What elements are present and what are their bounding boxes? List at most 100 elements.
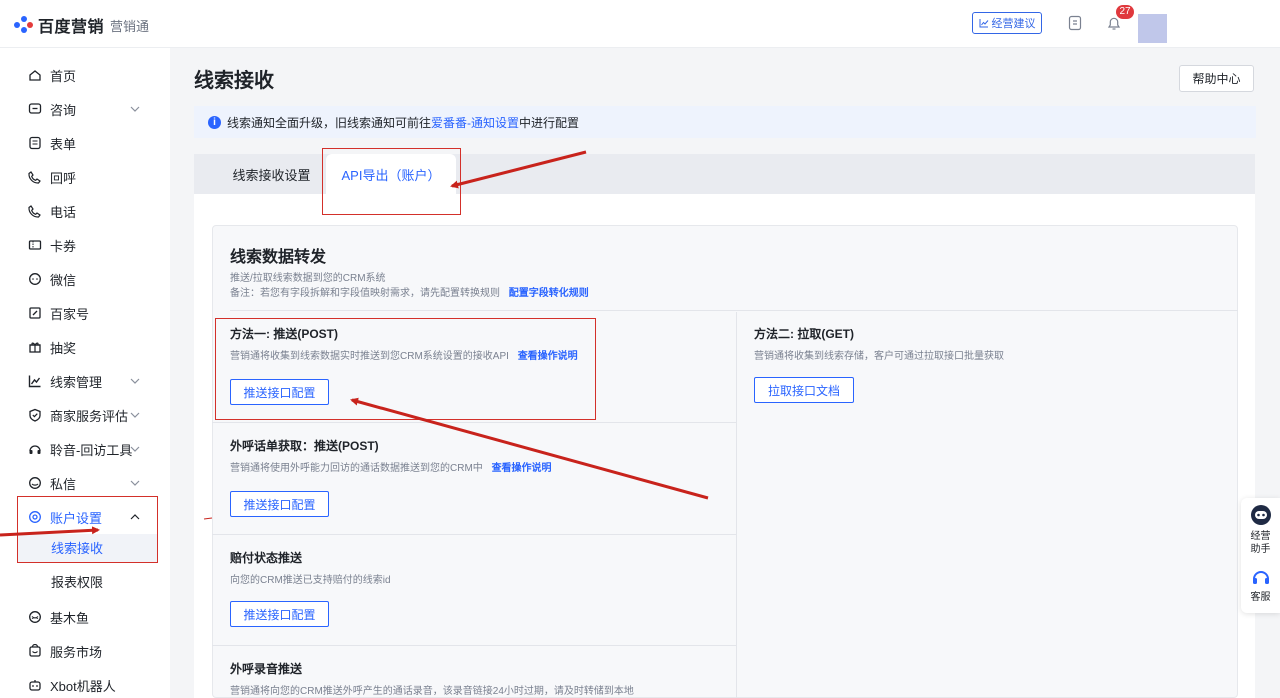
assistant-label-line1: 经营 <box>1250 531 1271 542</box>
brand-name: 百度营销 <box>38 19 105 36</box>
sidebar-item-11[interactable]: 聆音-回访工具 <box>28 436 158 462</box>
section-desc: 推送/拉取线索数据到您的CRM系统 <box>230 273 386 284</box>
sidebar-item-15[interactable]: 服务市场 <box>28 638 158 664</box>
info-icon: i <box>208 115 221 129</box>
assistant-button[interactable]: 经营 助手 <box>1241 504 1280 556</box>
annotation-box-sidebar <box>17 496 158 563</box>
section-note: 备注：若您有字段拆解和字段值映射需求，请先配置转换规则 配置字段转化规则 <box>230 284 589 299</box>
recording-push-desc: 营销通将向您的CRM推送外呼产生的通话录音，该录音链接24小时过期，请及时转储到… <box>230 686 634 697</box>
field-rule-link[interactable]: 配置字段转化规则 <box>509 288 589 299</box>
sidebar-item-label: 抽奖 <box>50 340 77 356</box>
sidebar-item-9[interactable]: 线索管理 <box>28 368 158 394</box>
sidebar-item-label: 首页 <box>50 68 77 84</box>
compensation-push-desc: 向您的CRM推送已支持赔付的线索id <box>230 575 391 586</box>
chevron-down-icon[interactable] <box>130 376 140 386</box>
sidebar-item-8[interactable]: 抽奖 <box>28 334 158 360</box>
recording-push-title: 外呼录音推送 <box>230 662 303 676</box>
sidebar-item-0[interactable]: 首页 <box>28 62 158 88</box>
sidebar-item-16[interactable]: Xbot机器人 <box>28 672 158 698</box>
customer-service-button[interactable]: 客服 <box>1241 568 1280 604</box>
robot-assistant-icon <box>1250 505 1271 525</box>
sidebar-item-label: 咨询 <box>50 102 77 118</box>
notice-suffix: 中进行配置 <box>519 115 580 130</box>
call-push-config-button[interactable]: 推送接口配置 <box>230 491 329 517</box>
sidebar-item-label: 基木鱼 <box>50 610 90 626</box>
sidebar-item-4[interactable]: 电话 <box>28 198 158 224</box>
compensation-push-config-button[interactable]: 推送接口配置 <box>230 601 329 627</box>
sidebar-item-label: 线索管理 <box>50 374 103 390</box>
sidebar-item-label: 服务市场 <box>50 644 103 660</box>
robot-icon <box>29 680 41 691</box>
call-record-push-desc-text: 营销通将使用外呼能力回访的通话数据推送到您的CRM中 <box>230 463 483 474</box>
floating-assistant: 经营 助手 客服 <box>1241 498 1280 613</box>
compensation-push-title: 赔付状态推送 <box>230 551 303 565</box>
notification-badge: 27 <box>1116 5 1134 19</box>
sidebar-item-12[interactable]: 私信 <box>28 470 158 496</box>
callback-icon <box>28 171 41 184</box>
notice-link[interactable]: 爱番番-通知设置 <box>431 114 519 131</box>
help-center-button[interactable]: 帮助中心 <box>1179 65 1254 92</box>
sidebar-item-7[interactable]: 百家号 <box>28 300 158 326</box>
sidebar-item-label: 回呼 <box>50 170 77 186</box>
sidebar-item-10[interactable]: 商家服务评估 <box>28 402 158 428</box>
method-pull-desc: 营销通将收集到线索存储，客户可通过拉取接口批量获取 <box>754 351 1004 362</box>
fish-icon <box>29 611 41 623</box>
sidebar-item-3[interactable]: 回呼 <box>28 164 158 190</box>
sidebar-item-6[interactable]: 微信 <box>28 266 158 292</box>
wechat-icon <box>29 273 41 285</box>
sidebar-item-label: 微信 <box>50 272 77 288</box>
chevron-down-icon[interactable] <box>130 444 140 454</box>
coupon-icon <box>28 240 42 250</box>
logo[interactable]: 百度营销 营销通 <box>14 13 149 37</box>
chevron-down-icon[interactable] <box>130 104 140 114</box>
call-record-help-link[interactable]: 查看操作说明 <box>492 463 552 474</box>
product-name: 营销通 <box>110 18 150 34</box>
top-bar: 百度营销 营销通 经营建议 27 <box>0 0 1280 48</box>
sidebar-item-label: 电话 <box>50 204 77 220</box>
shield-icon <box>29 408 41 422</box>
phone-icon <box>28 205 41 218</box>
sidebar-item-label: 表单 <box>50 136 77 152</box>
sidebar-item-label: 百家号 <box>50 306 90 322</box>
call-record-push-title: 外呼话单获取：推送(POST) <box>230 439 379 453</box>
customer-service-label: 客服 <box>1250 592 1271 603</box>
divider <box>212 422 736 423</box>
task-clipboard-icon[interactable] <box>1066 14 1084 32</box>
annotation-box-tab <box>322 148 461 215</box>
home-icon <box>29 70 41 81</box>
sidebar-item-5[interactable]: 卡券 <box>28 232 158 258</box>
sidebar-item-label: 卡券 <box>50 238 77 254</box>
column-divider <box>736 312 737 698</box>
assistant-label-line2: 助手 <box>1250 544 1271 555</box>
annotation-box-push <box>215 318 596 420</box>
chevron-down-icon[interactable] <box>130 410 140 420</box>
sidebar-item-label: 商家服务评估 <box>50 408 129 424</box>
section-title: 线索数据转发 <box>230 249 327 266</box>
sidebar-item-label: 私信 <box>50 476 77 492</box>
section-note-text: 备注：若您有字段拆解和字段值映射需求，请先配置转换规则 <box>230 288 500 299</box>
notice-prefix: 线索通知全面升级，旧线索通知可前往 <box>227 115 432 130</box>
form-icon <box>29 136 41 150</box>
market-icon <box>29 644 41 657</box>
sidebar-item-1[interactable]: 咨询 <box>28 96 158 122</box>
method-pull-title: 方法二: 拉取(GET) <box>754 327 854 341</box>
chevron-down-icon[interactable] <box>130 478 140 488</box>
avatar[interactable] <box>1138 14 1167 43</box>
divider <box>212 645 736 646</box>
pull-doc-button[interactable]: 拉取接口文档 <box>754 377 854 403</box>
page-title: 线索接收 <box>194 70 274 92</box>
headset-icon <box>1252 571 1269 584</box>
sidebar-item-2[interactable]: 表单 <box>28 130 158 156</box>
sidebar-item-14[interactable]: 基木鱼 <box>28 604 158 630</box>
tab-lead-receive-settings[interactable]: 线索接收设置 <box>214 154 329 194</box>
baidu-paw-icon <box>14 15 34 35</box>
baijiahao-icon <box>29 307 41 319</box>
chat-icon <box>28 103 42 114</box>
trend-chart-icon <box>979 19 988 28</box>
divider <box>212 534 736 535</box>
gift-icon <box>29 342 41 353</box>
sidebar-subitem-report-permission[interactable]: 报表权限 <box>51 568 103 594</box>
suggest-button[interactable]: 经营建议 <box>972 12 1042 34</box>
chart-icon <box>28 375 41 388</box>
sidebar-subitem-label: 报表权限 <box>51 574 104 590</box>
